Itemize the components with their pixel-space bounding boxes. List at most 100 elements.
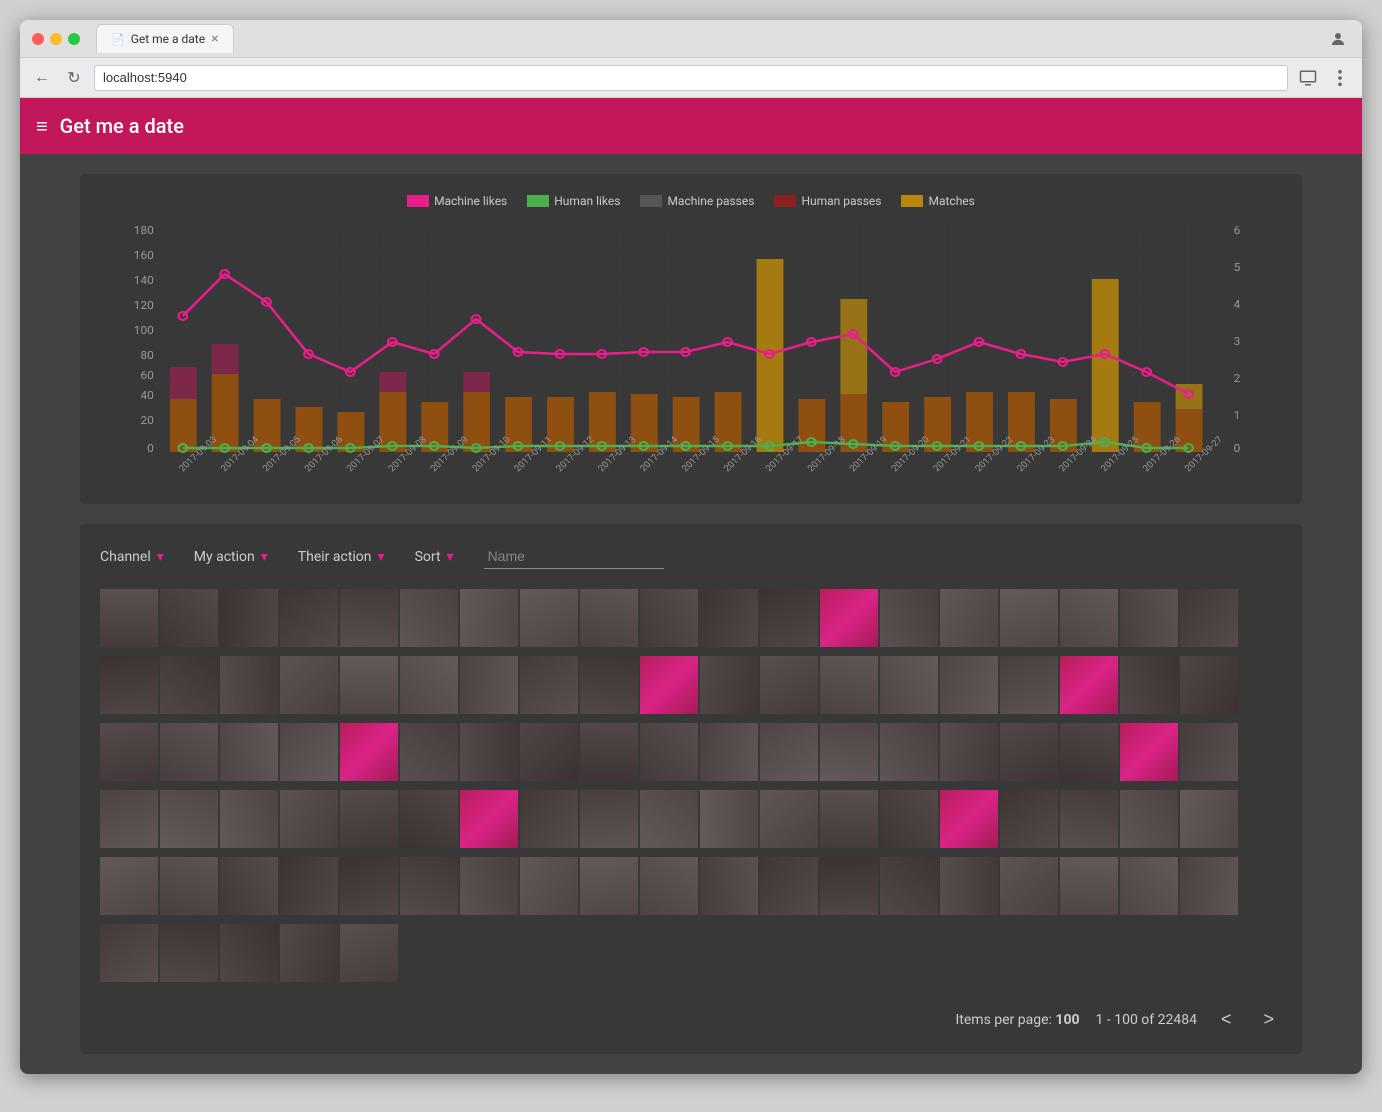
list-item[interactable] (760, 589, 818, 647)
list-item[interactable] (520, 589, 578, 647)
list-item[interactable] (820, 723, 878, 781)
menu-dots-icon[interactable] (1328, 66, 1352, 90)
list-item[interactable] (160, 857, 218, 915)
list-item[interactable] (340, 857, 398, 915)
channel-dropdown-arrow[interactable]: ▾ (157, 549, 164, 565)
list-item[interactable] (760, 857, 818, 915)
list-item[interactable] (400, 723, 458, 781)
list-item[interactable] (760, 790, 818, 848)
back-button[interactable]: ← (30, 66, 54, 90)
list-item[interactable] (1000, 656, 1058, 714)
list-item[interactable] (640, 589, 698, 647)
list-item[interactable] (400, 589, 458, 647)
list-item[interactable] (1120, 857, 1178, 915)
list-item[interactable] (760, 723, 818, 781)
list-item[interactable] (1120, 790, 1178, 848)
list-item[interactable] (940, 790, 998, 848)
list-item[interactable] (160, 656, 218, 714)
list-item[interactable] (220, 723, 278, 781)
list-item[interactable] (700, 790, 758, 848)
list-item[interactable] (100, 857, 158, 915)
cast-icon[interactable] (1296, 66, 1320, 90)
sort-dropdown-arrow[interactable]: ▾ (447, 549, 454, 565)
list-item[interactable] (940, 857, 998, 915)
list-item[interactable] (460, 857, 518, 915)
list-item[interactable] (520, 857, 578, 915)
list-item[interactable] (340, 589, 398, 647)
prev-page-button[interactable]: < (1213, 1005, 1240, 1034)
hamburger-icon[interactable]: ≡ (36, 114, 48, 139)
list-item[interactable] (460, 723, 518, 781)
list-item[interactable] (880, 857, 938, 915)
list-item[interactable] (760, 656, 818, 714)
list-item[interactable] (280, 924, 338, 982)
list-item[interactable] (1060, 589, 1118, 647)
list-item[interactable] (100, 589, 158, 647)
list-item[interactable] (220, 656, 278, 714)
list-item[interactable] (580, 656, 638, 714)
list-item[interactable] (640, 656, 698, 714)
list-item[interactable] (580, 790, 638, 848)
list-item[interactable] (400, 656, 458, 714)
list-item[interactable] (820, 589, 878, 647)
list-item[interactable] (220, 924, 278, 982)
list-item[interactable] (1060, 656, 1118, 714)
list-item[interactable] (640, 857, 698, 915)
list-item[interactable] (580, 857, 638, 915)
list-item[interactable] (220, 790, 278, 848)
list-item[interactable] (1180, 589, 1238, 647)
list-item[interactable] (580, 589, 638, 647)
next-page-button[interactable]: > (1255, 1005, 1282, 1034)
list-item[interactable] (1120, 723, 1178, 781)
list-item[interactable] (100, 723, 158, 781)
tab-close-button[interactable]: × (211, 31, 218, 47)
list-item[interactable] (1060, 723, 1118, 781)
list-item[interactable] (340, 924, 398, 982)
list-item[interactable] (220, 589, 278, 647)
list-item[interactable] (880, 723, 938, 781)
my-action-dropdown-arrow[interactable]: ▾ (261, 549, 268, 565)
list-item[interactable] (520, 656, 578, 714)
list-item[interactable] (880, 589, 938, 647)
list-item[interactable] (460, 589, 518, 647)
list-item[interactable] (160, 790, 218, 848)
list-item[interactable] (400, 790, 458, 848)
list-item[interactable] (520, 723, 578, 781)
list-item[interactable] (820, 857, 878, 915)
list-item[interactable] (1120, 589, 1178, 647)
list-item[interactable] (700, 723, 758, 781)
list-item[interactable] (280, 790, 338, 848)
list-item[interactable] (640, 790, 698, 848)
list-item[interactable] (580, 723, 638, 781)
list-item[interactable] (340, 656, 398, 714)
list-item[interactable] (340, 723, 398, 781)
list-item[interactable] (460, 656, 518, 714)
list-item[interactable] (100, 656, 158, 714)
list-item[interactable] (100, 790, 158, 848)
list-item[interactable] (880, 790, 938, 848)
list-item[interactable] (1000, 589, 1058, 647)
list-item[interactable] (100, 924, 158, 982)
list-item[interactable] (400, 857, 458, 915)
list-item[interactable] (700, 656, 758, 714)
list-item[interactable] (1180, 857, 1238, 915)
list-item[interactable] (1000, 857, 1058, 915)
list-item[interactable] (640, 723, 698, 781)
name-search-input[interactable] (484, 544, 664, 569)
list-item[interactable] (460, 790, 518, 848)
list-item[interactable] (220, 857, 278, 915)
list-item[interactable] (940, 656, 998, 714)
maximize-button[interactable] (68, 33, 80, 45)
list-item[interactable] (280, 656, 338, 714)
list-item[interactable] (1120, 656, 1178, 714)
list-item[interactable] (1180, 723, 1238, 781)
list-item[interactable] (160, 924, 218, 982)
refresh-button[interactable]: ↻ (62, 66, 86, 90)
list-item[interactable] (940, 723, 998, 781)
list-item[interactable] (940, 589, 998, 647)
profile-icon[interactable] (1326, 27, 1350, 51)
list-item[interactable] (280, 589, 338, 647)
list-item[interactable] (160, 723, 218, 781)
list-item[interactable] (160, 589, 218, 647)
list-item[interactable] (520, 790, 578, 848)
